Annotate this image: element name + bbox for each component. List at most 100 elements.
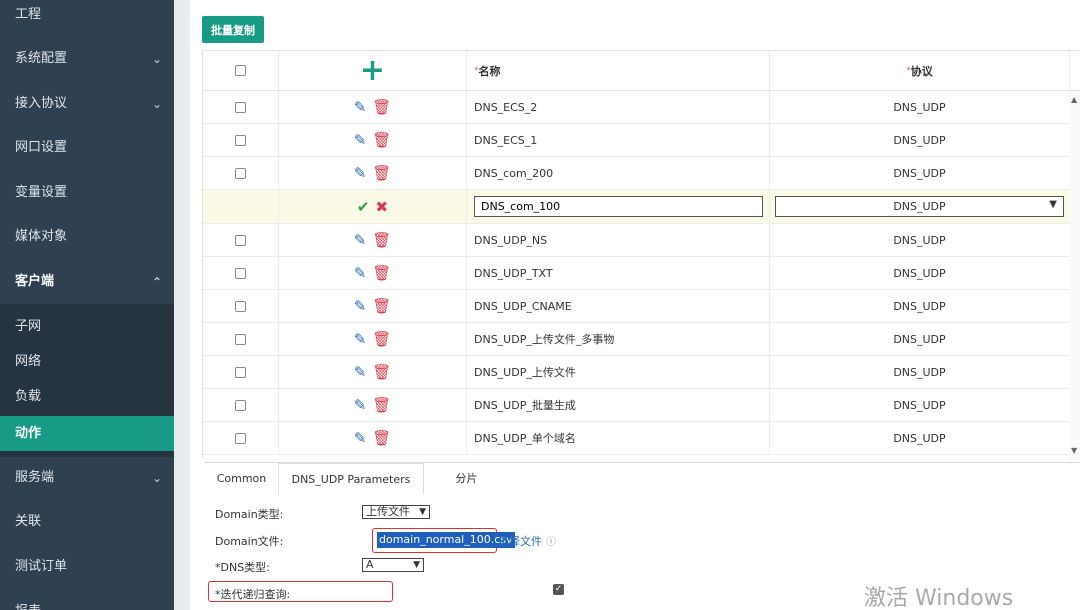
row-checkbox[interactable]	[235, 167, 246, 179]
nav-client[interactable]: 客户端 ⌃	[0, 260, 174, 304]
edit-icon[interactable]: ✎	[354, 98, 367, 116]
nav-test-order[interactable]: 测试订单	[0, 545, 174, 589]
protocol-select[interactable]: DNS_UDP ▼	[775, 196, 1064, 217]
choose-file-link[interactable]: 选择文件	[498, 533, 542, 549]
row-protocol: DNS_UDP	[893, 431, 946, 445]
chevron-down-icon: ▼	[1049, 199, 1057, 210]
nav-server[interactable]: 服务端 ⌄	[0, 456, 174, 500]
table-row[interactable]: ✎ 🗑 DNS_com_200 DNS_UDP	[203, 157, 1080, 190]
confirm-icon[interactable]: ✔	[357, 198, 370, 216]
row-protocol-cell: DNS_UDP	[770, 257, 1070, 289]
delete-icon[interactable]: 🗑	[372, 330, 391, 348]
row-checkbox[interactable]	[235, 399, 246, 411]
nav-variable-settings[interactable]: 变量设置	[0, 171, 174, 215]
domain-type-select[interactable]: 上传文件 ▼	[362, 505, 430, 519]
edit-icon[interactable]: ✎	[354, 264, 367, 282]
delete-icon[interactable]: 🗑	[372, 98, 391, 116]
cancel-icon[interactable]: ✖	[376, 198, 389, 216]
nav-project[interactable]: 工程	[0, 0, 174, 37]
nav-report[interactable]: 报表 ⌄	[0, 590, 174, 610]
row-name-cell: DNS_UDP_NS	[467, 224, 770, 256]
domain-file-value[interactable]: domain_normal_100.csv	[377, 532, 515, 548]
grid-scrollbar[interactable]: ▲ ▼	[1069, 91, 1080, 459]
nav-system-config[interactable]: 系统配置 ⌄	[0, 37, 174, 81]
table-row-editing[interactable]: ✔ ✖ DNS_UDP▼	[203, 190, 1080, 224]
row-protocol: DNS_UDP	[893, 398, 946, 412]
batch-copy-button[interactable]: 批量复制	[202, 16, 264, 43]
delete-icon[interactable]: 🗑	[372, 363, 391, 381]
name-input[interactable]	[474, 196, 763, 217]
delete-icon[interactable]: 🗑	[372, 264, 391, 282]
nav-sub-label: 子网	[15, 319, 42, 334]
row-checkbox[interactable]	[235, 134, 246, 146]
row-check-cell	[203, 290, 279, 322]
edit-icon[interactable]: ✎	[354, 231, 367, 249]
edit-icon[interactable]: ✎	[354, 330, 367, 348]
row-checkbox[interactable]	[235, 366, 246, 378]
edit-icon[interactable]: ✎	[354, 396, 367, 414]
tab-dns-udp-parameters[interactable]: DNS_UDP Parameters	[278, 463, 424, 494]
delete-icon[interactable]: 🗑	[372, 429, 391, 447]
row-check-cell	[203, 257, 279, 289]
table-row[interactable]: ✎ 🗑 DNS_UDP_CNAME DNS_UDP	[203, 290, 1080, 323]
nav-access-protocol[interactable]: 接入协议 ⌄	[0, 82, 174, 126]
nav-sub-action[interactable]: 动作	[0, 416, 174, 451]
domain-file-label: Domain文件:	[215, 535, 284, 548]
table-row[interactable]: ✎ 🗑 DNS_UDP_上传文件 DNS_UDP	[203, 356, 1080, 389]
info-icon: ⓘ	[546, 537, 556, 548]
header-protocol-cell[interactable]: * 协议	[770, 51, 1070, 90]
row-checkbox[interactable]	[235, 267, 246, 279]
nav-media-objects[interactable]: 媒体对象	[0, 215, 174, 259]
actions-grid: + * 名称 * 协议 ✎ 🗑 DNS_ECS_2 DNS_UDP ✎ 🗑 DNS_EC…	[202, 50, 1080, 459]
delete-icon[interactable]: 🗑	[372, 231, 391, 249]
delete-icon[interactable]: 🗑	[372, 396, 391, 414]
dns-type-select[interactable]: A ▼	[362, 558, 424, 572]
scroll-down-icon[interactable]: ▼	[1071, 446, 1077, 455]
tab-common[interactable]: Common	[205, 463, 278, 494]
row-name-cell: DNS_ECS_1	[467, 124, 770, 156]
nav-port-settings[interactable]: 网口设置	[0, 126, 174, 170]
row-checkbox[interactable]	[235, 101, 246, 113]
chevron-down-icon: ⌄	[151, 52, 162, 66]
nav-sub-subnet[interactable]: 子网	[0, 309, 174, 344]
row-name: DNS_UDP_上传文件	[474, 366, 576, 379]
row-protocol: DNS_UDP	[893, 133, 946, 147]
row-actions: ✎ 🗑	[279, 157, 467, 189]
row-protocol-cell: DNS_UDP ▼	[770, 190, 1070, 223]
table-row[interactable]: ✎ 🗑 DNS_ECS_2 DNS_UDP	[203, 91, 1080, 124]
table-row[interactable]: ✎ 🗑 DNS_UDP_单个域名 DNS_UDP	[203, 422, 1080, 455]
row-protocol: DNS_UDP	[893, 166, 946, 180]
edit-icon[interactable]: ✎	[354, 297, 367, 315]
row-checkbox[interactable]	[235, 234, 246, 246]
row-checkbox[interactable]	[235, 333, 246, 345]
edit-icon[interactable]: ✎	[354, 164, 367, 182]
table-row[interactable]: ✎ 🗑 DNS_UDP_批量生成 DNS_UDP	[203, 389, 1080, 422]
recursive-query-checkbox[interactable]: ✓	[553, 584, 564, 595]
header-name-cell[interactable]: * 名称	[467, 51, 770, 90]
edit-icon[interactable]: ✎	[354, 363, 367, 381]
table-row[interactable]: ✎ 🗑 DNS_UDP_TXT DNS_UDP	[203, 257, 1080, 290]
table-row[interactable]: ✎ 🗑 DNS_UDP_NS DNS_UDP	[203, 224, 1080, 257]
row-checkbox[interactable]	[235, 300, 246, 312]
nav-association[interactable]: 关联	[0, 500, 174, 544]
delete-icon[interactable]: 🗑	[372, 131, 391, 149]
sidebar: 工程 系统配置 ⌄ 接入协议 ⌄ 网口设置 变量设置 媒体对象 客户端 ⌃ 子网 网络…	[0, 0, 174, 610]
row-checkbox[interactable]	[235, 432, 246, 444]
row-protocol-cell: DNS_UDP	[770, 157, 1070, 189]
add-icon[interactable]: +	[360, 55, 385, 86]
delete-icon[interactable]: 🗑	[372, 297, 391, 315]
nav-sub-load[interactable]: 负载	[0, 379, 174, 414]
delete-icon[interactable]: 🗑	[372, 164, 391, 182]
row-name-cell: DNS_com_200	[467, 157, 770, 189]
select-all-checkbox[interactable]	[235, 65, 246, 76]
scroll-up-icon[interactable]: ▲	[1071, 95, 1077, 104]
edit-icon[interactable]: ✎	[354, 131, 367, 149]
table-row[interactable]: ✎ 🗑 DNS_ECS_1 DNS_UDP	[203, 124, 1080, 157]
grid-header: + * 名称 * 协议	[203, 51, 1080, 91]
row-name-cell: DNS_ECS_2	[467, 91, 770, 123]
table-row[interactable]: ✎ 🗑 DNS_UDP_上传文件_多事物 DNS_UDP	[203, 323, 1080, 356]
chevron-up-icon: ⌃	[151, 275, 162, 289]
nav-sub-network[interactable]: 网络	[0, 344, 174, 379]
tab-fragment[interactable]: 分片	[424, 463, 509, 494]
edit-icon[interactable]: ✎	[354, 429, 367, 447]
